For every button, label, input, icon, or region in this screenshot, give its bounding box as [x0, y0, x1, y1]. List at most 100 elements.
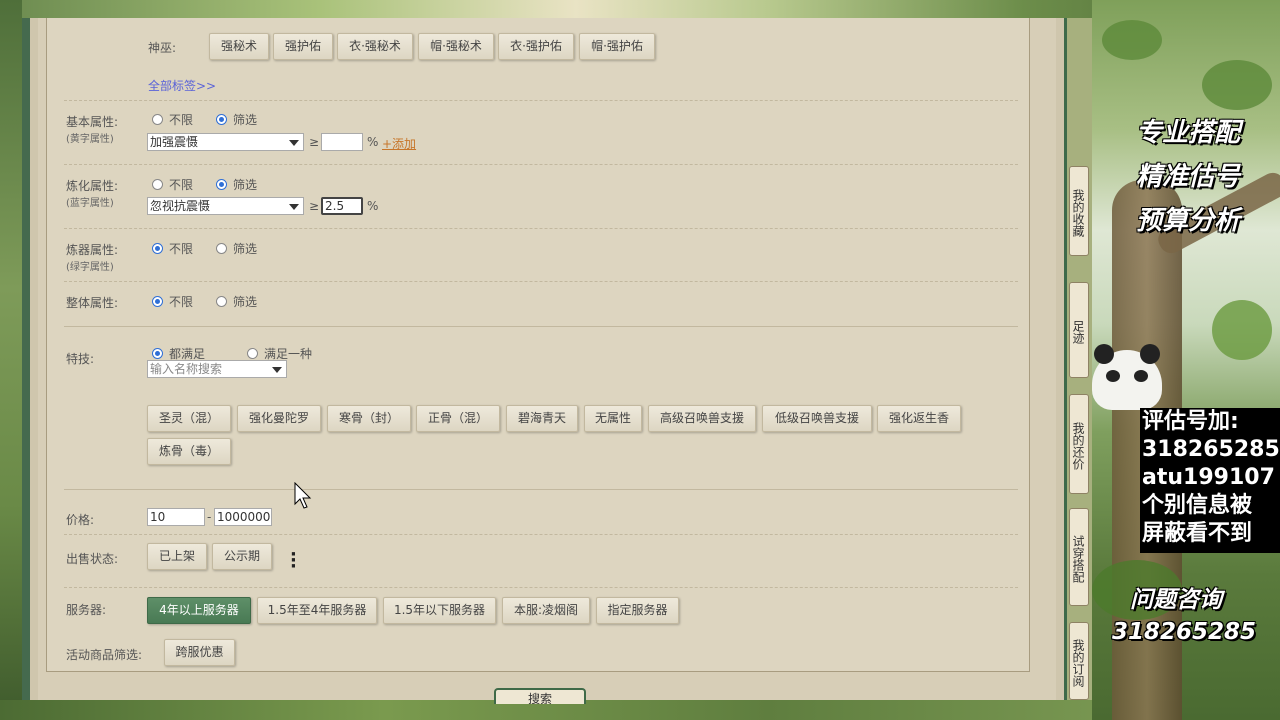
panda-illustration	[1092, 344, 1162, 410]
dropdown-arrow-icon	[289, 140, 299, 146]
basic-attr-sublabel: (黄字属性)	[66, 134, 114, 145]
basic-attr-operator: ≥	[309, 135, 320, 149]
add-attr-link[interactable]: +添加	[382, 135, 416, 152]
radio-checked-icon	[216, 114, 227, 125]
more-vertical-icon[interactable]: · · ·	[290, 546, 297, 576]
divider	[64, 164, 1018, 165]
tag-button-hat-protection[interactable]: 帽·强护佑	[579, 33, 655, 60]
refine-attr-sublabel: (蓝字属性)	[66, 198, 114, 209]
search-button[interactable]: 搜索	[494, 688, 586, 704]
skill-button[interactable]: 圣灵（混）	[147, 405, 231, 432]
divider	[64, 100, 1018, 101]
tag-button-strong-secret-art[interactable]: 强秘术	[209, 33, 269, 60]
refine-attr-select[interactable]: 忽视抗震慑	[147, 197, 304, 215]
skill-button[interactable]: 低级召唤兽支援	[762, 405, 872, 432]
divider	[64, 534, 1018, 535]
price-separator: -	[207, 510, 212, 524]
forge-attr-filter-radio[interactable]: 筛选	[216, 240, 257, 257]
refine-attr-label: 炼化属性:	[66, 179, 119, 193]
forge-attr-sublabel: (绿字属性)	[66, 262, 114, 273]
refine-attr-value-input[interactable]: 2.5	[321, 197, 363, 215]
skill-button[interactable]: 强化曼陀罗	[237, 405, 321, 432]
background-scenery-bottom	[0, 700, 1280, 720]
skill-button[interactable]: 寒骨（封）	[327, 405, 411, 432]
dropdown-arrow-icon	[272, 367, 282, 373]
basic-attr-select[interactable]: 加强震慑	[147, 133, 304, 151]
current-server-button[interactable]: 本服:凌烟阁	[502, 597, 590, 624]
overall-attr-filter-radio[interactable]: 筛选	[216, 293, 257, 310]
forge-attr-any-radio[interactable]: 不限	[152, 240, 193, 257]
skill-button[interactable]: 碧海青天	[506, 405, 578, 432]
leaf-decoration	[1202, 60, 1272, 110]
overall-attr-any-radio[interactable]: 不限	[152, 293, 193, 310]
contact-line: 评估号加:	[1142, 409, 1239, 434]
divider	[64, 228, 1018, 229]
contact-line: 屏蔽看不到	[1142, 521, 1253, 546]
radio-checked-icon	[152, 243, 163, 254]
background-scenery-left	[0, 0, 22, 720]
side-tab-my-counteroffers[interactable]: 我的还价	[1069, 394, 1089, 494]
consult-label: 问题咨询	[1130, 587, 1222, 613]
divider	[64, 587, 1018, 588]
contact-box: 评估号加: 318265285 atu199107 个别信息被 屏蔽看不到	[1140, 408, 1280, 553]
price-max-input[interactable]: 1000000	[214, 508, 272, 526]
radio-unchecked-icon	[216, 243, 227, 254]
radio-unchecked-icon	[216, 296, 227, 307]
leaf-decoration	[1102, 20, 1162, 60]
refine-attr-filter-radio[interactable]: 筛选	[216, 176, 257, 193]
skill-button[interactable]: 正骨（混）	[416, 405, 500, 432]
skill-button[interactable]: 炼骨（毒）	[147, 438, 231, 465]
tag-button-robe-secret-art[interactable]: 衣·强秘术	[337, 33, 413, 60]
cross-server-discount-button[interactable]: 跨服优惠	[164, 639, 235, 666]
refine-attr-any-radio[interactable]: 不限	[152, 176, 193, 193]
forge-attr-label: 炼器属性:	[66, 243, 119, 257]
basic-attr-filter-radio[interactable]: 筛选	[216, 111, 257, 128]
radio-checked-icon	[152, 348, 163, 359]
basic-attr-value-input[interactable]	[321, 133, 363, 151]
overall-attr-label: 整体属性:	[66, 296, 119, 310]
radio-checked-icon	[152, 296, 163, 307]
tag-button-hat-secret-art[interactable]: 帽·强秘术	[418, 33, 494, 60]
price-min-input[interactable]: 10	[147, 508, 205, 526]
section-divider	[64, 489, 1018, 490]
tag-button-strong-protection[interactable]: 强护佑	[273, 33, 333, 60]
refine-attr-operator: ≥	[309, 199, 320, 213]
skill-button[interactable]: 无属性	[584, 405, 642, 432]
basic-attr-any-radio[interactable]: 不限	[152, 111, 193, 128]
radio-checked-icon	[216, 179, 227, 190]
basic-attr-label: 基本属性:	[66, 115, 119, 129]
server-under-1-5y-button[interactable]: 1.5年以下服务器	[383, 597, 496, 624]
contact-line: 318265285	[1142, 437, 1280, 462]
radio-unchecked-icon	[247, 348, 258, 359]
skill-button[interactable]: 高级召唤兽支援	[648, 405, 756, 432]
server-label: 服务器:	[66, 603, 107, 617]
side-tab-subscriptions[interactable]: 我的订阅	[1069, 622, 1089, 700]
refine-attr-unit: %	[367, 199, 379, 213]
divider	[64, 281, 1018, 282]
server-1-5-to-4y-button[interactable]: 1.5年至4年服务器	[257, 597, 377, 624]
radio-unchecked-icon	[152, 114, 163, 125]
background-scenery-top	[0, 0, 1280, 20]
basic-attr-unit: %	[367, 135, 379, 149]
sale-status-label: 出售状态:	[66, 552, 119, 566]
skills-search-select[interactable]: 输入名称搜索	[147, 360, 287, 378]
promo-line-1: 专业搭配	[1136, 118, 1241, 148]
price-label: 价格:	[66, 513, 95, 527]
mouse-cursor-icon	[294, 482, 312, 509]
listed-button[interactable]: 已上架	[147, 543, 207, 570]
server-over-4y-button[interactable]: 4年以上服务器	[147, 597, 251, 624]
contact-line: 个别信息被	[1142, 493, 1253, 518]
specify-server-button[interactable]: 指定服务器	[596, 597, 679, 624]
consult-qq: 318265285	[1112, 619, 1257, 645]
section-divider	[64, 326, 1018, 327]
side-tab-footprint[interactable]: 足迹	[1069, 282, 1089, 378]
contact-line: atu199107	[1142, 465, 1275, 490]
all-tags-link[interactable]: 全部标签>>	[148, 77, 216, 94]
side-tab-try-on[interactable]: 试穿搭配	[1069, 508, 1089, 606]
public-notice-button[interactable]: 公示期	[212, 543, 272, 570]
skill-button[interactable]: 强化返生香	[877, 405, 961, 432]
side-tab-favorites[interactable]: 我的收藏	[1069, 166, 1089, 256]
tag-button-robe-protection[interactable]: 衣·强护佑	[498, 33, 574, 60]
activity-label: 活动商品筛选:	[66, 648, 143, 662]
promo-line-2: 精准估号	[1136, 162, 1241, 192]
